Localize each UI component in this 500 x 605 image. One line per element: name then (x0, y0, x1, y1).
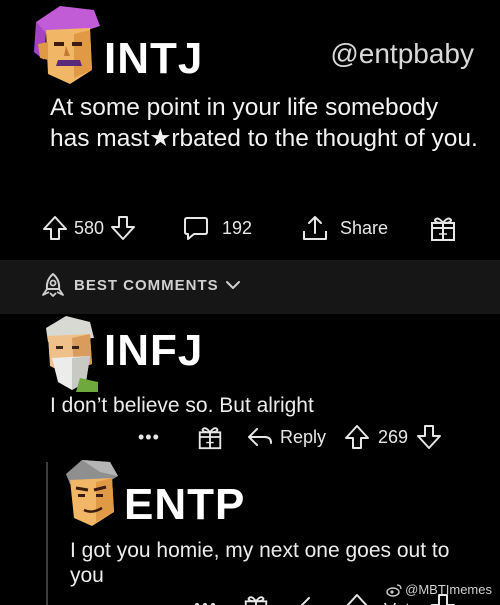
reply-upvote-button[interactable] (344, 590, 370, 605)
watermark-text: @MBTImemes (405, 582, 492, 597)
intj-avatar[interactable] (30, 4, 102, 88)
upvote-icon[interactable] (42, 214, 68, 242)
post-author-name[interactable]: INTJ (104, 34, 203, 84)
reply-reply-button[interactable] (298, 590, 326, 605)
downvote-icon[interactable] (416, 423, 442, 451)
post-text: At some point in your life somebody has … (50, 94, 478, 152)
reply-arrow-icon (298, 594, 326, 605)
reply-award-button[interactable] (242, 590, 270, 605)
share-icon (300, 213, 330, 243)
weibo-logo-icon (386, 583, 402, 597)
rocket-icon (40, 272, 66, 298)
comments-button[interactable]: 192 (182, 210, 258, 246)
comment-count: 192 (222, 217, 253, 238)
best-comments-sort[interactable]: BEST COMMENTS (40, 272, 241, 298)
more-options-button[interactable] (190, 590, 220, 605)
share-label: Share (340, 217, 389, 238)
comment-text: I don’t believe so. But alright (50, 394, 314, 417)
comment-vote-group: 269 (344, 420, 442, 454)
chevron-down-icon (225, 279, 241, 291)
reply-thread-line (46, 462, 48, 605)
share-button[interactable]: Share (300, 210, 394, 246)
reply-text: I got you homie, my next one goes out to… (70, 539, 450, 587)
upvote-icon[interactable] (344, 423, 370, 451)
reply-arrow-icon (246, 425, 274, 449)
watermark: @MBTImemes (386, 582, 492, 597)
award-button[interactable] (428, 210, 458, 246)
upvote-count: 580 (74, 217, 105, 238)
upvote-icon (344, 592, 370, 605)
comment-upvote-count: 269 (378, 426, 409, 447)
more-options-button[interactable]: ••• (138, 420, 160, 454)
post-action-bar: 580 192 Share (0, 210, 500, 246)
gift-icon (428, 213, 458, 243)
author-handle[interactable]: @entpbaby (330, 38, 474, 70)
comment-award-button[interactable] (196, 420, 224, 454)
gift-icon (196, 423, 224, 451)
reply-label: Reply (280, 426, 327, 447)
gift-icon (242, 592, 270, 605)
comment-author-name[interactable]: INFJ (104, 326, 203, 376)
comment-action-bar: ••• Reply 269 (0, 420, 500, 454)
reply-button[interactable]: Reply (246, 420, 332, 454)
comment-bubble-icon (182, 214, 210, 242)
reply-author-name[interactable]: ENTP (124, 480, 245, 530)
upvote-group: 580 (42, 210, 136, 246)
infj-avatar[interactable] (36, 312, 100, 392)
entp-avatar[interactable] (60, 456, 120, 532)
best-comments-label: BEST COMMENTS (74, 276, 219, 294)
downvote-icon[interactable] (110, 214, 136, 242)
